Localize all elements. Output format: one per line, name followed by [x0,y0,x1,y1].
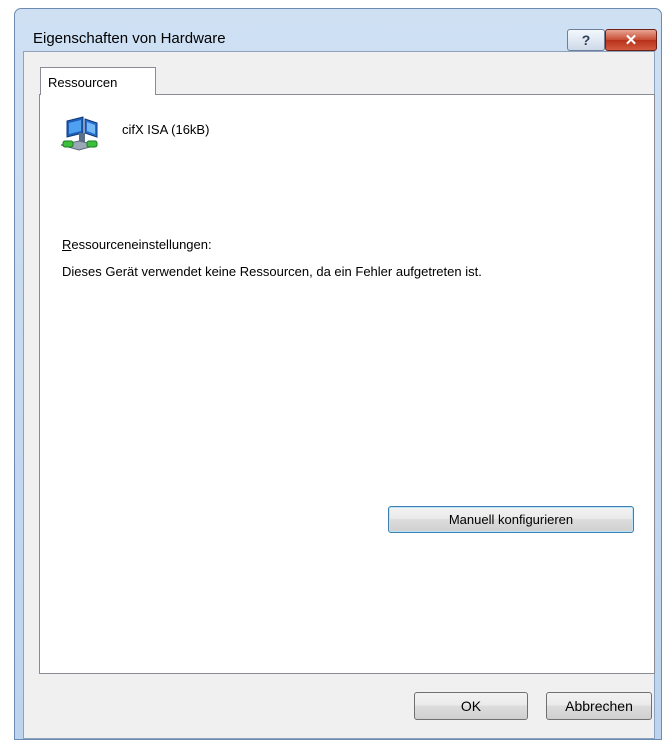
tab-ressourcen[interactable]: Ressourcen [40,67,156,95]
ok-button[interactable]: OK [414,692,528,720]
close-button[interactable]: ✕ [605,29,657,51]
manual-configure-button[interactable]: Manuell konfigurieren [388,506,634,533]
dialog-client-area: Ressourcen cifX ISA (16kB) Ressourcenein… [23,51,655,739]
window-title: Eigenschaften von Hardware [33,30,226,47]
properties-dialog: Eigenschaften von Hardware ? ✕ Ressource… [14,8,662,740]
tab-label: Ressourcen [48,75,118,90]
resources-tab-panel: cifX ISA (16kB) Ressourceneinstellungen:… [39,94,655,674]
resource-settings-label-text: essourceneinstellungen: [71,237,212,252]
resource-settings-label: Ressourceneinstellungen: [62,237,212,252]
title-bar[interactable]: Eigenschaften von Hardware ? ✕ [15,9,661,51]
resource-status-message: Dieses Gerät verwendet keine Ressourcen,… [62,264,482,279]
network-adapter-icon [60,116,98,151]
device-name: cifX ISA (16kB) [122,122,210,137]
close-icon: ✕ [624,32,638,49]
help-icon: ? [581,32,591,48]
cancel-button[interactable]: Abbrechen [546,692,652,720]
help-button[interactable]: ? [567,29,605,51]
resource-settings-accelerator: R [62,237,72,252]
